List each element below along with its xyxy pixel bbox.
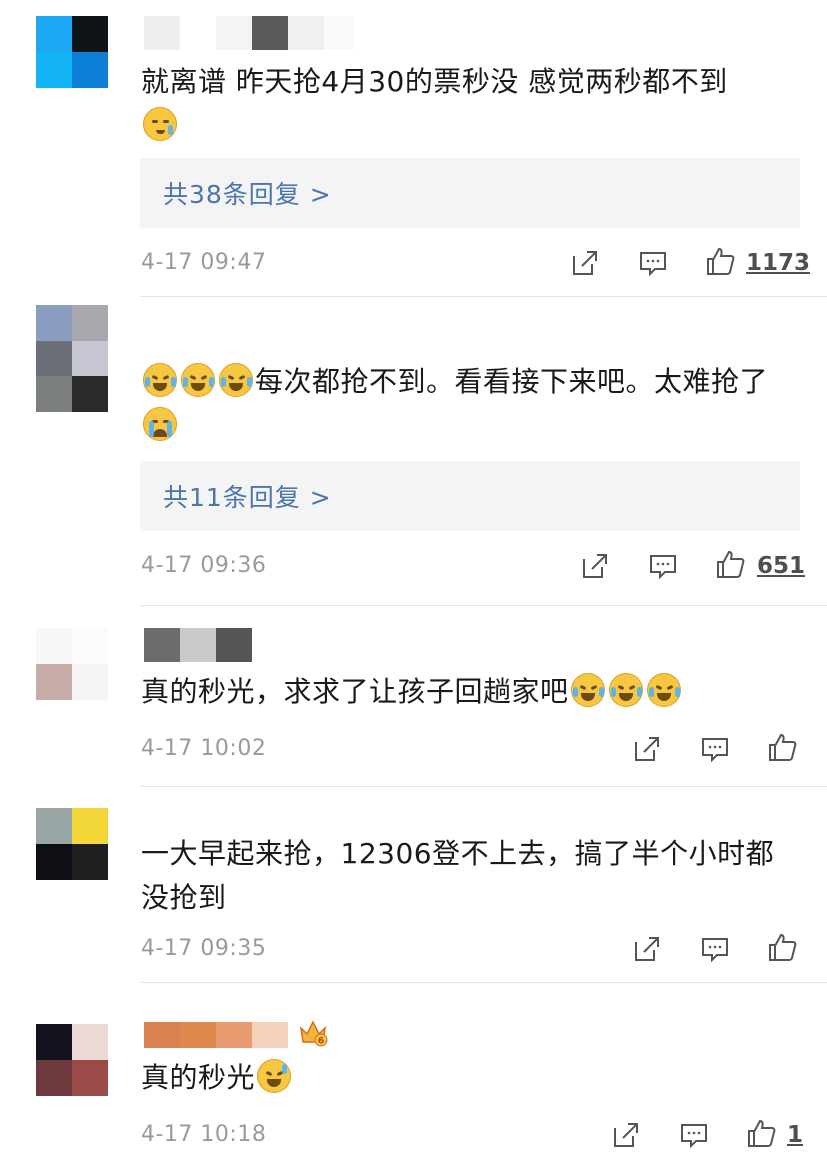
laughing-crying-face-emoji (181, 363, 215, 397)
thumbs-up-icon[interactable] (715, 549, 745, 579)
comment-icon[interactable] (638, 248, 668, 278)
view-replies-button[interactable]: 共11条回复 > (140, 461, 800, 531)
avatar[interactable] (36, 305, 108, 412)
share-icon[interactable] (570, 248, 600, 278)
avatar[interactable] (36, 1024, 108, 1096)
comment-text: 一大早起来抢，12306登不上去，搞了半个小时都没抢到 (141, 837, 775, 914)
divider (140, 786, 827, 787)
comment-text: 真的秒光 (141, 1056, 801, 1100)
comment-icon[interactable] (700, 734, 730, 764)
laughing-crying-face-emoji (143, 363, 177, 397)
share-icon[interactable] (632, 934, 662, 964)
thumbs-up-icon[interactable] (746, 1118, 776, 1148)
username-pixelated[interactable] (144, 628, 252, 662)
like-count[interactable]: 651 (757, 553, 805, 579)
comment-text: 每次都抢不到。看看接下来吧。太难抢了 (141, 360, 801, 448)
crown-badge-icon: 6 (299, 1020, 328, 1047)
thumbs-up-icon[interactable] (705, 246, 735, 276)
avatar[interactable] (36, 628, 108, 700)
timestamp: 4-17 09:35 (141, 936, 267, 961)
username-pixelated[interactable] (144, 1022, 288, 1048)
svg-text:6: 6 (318, 1037, 324, 1047)
thumbs-up-icon[interactable] (767, 732, 797, 762)
comment-icon[interactable] (700, 934, 730, 964)
cold-sweat-face-emoji (143, 107, 177, 141)
timestamp: 4-17 09:47 (141, 250, 267, 275)
share-icon[interactable] (580, 551, 610, 581)
avatar[interactable] (36, 808, 108, 880)
username-pixelated[interactable] (144, 16, 354, 50)
timestamp: 4-17 09:36 (141, 553, 267, 578)
share-icon[interactable] (611, 1120, 641, 1150)
laughing-crying-face-emoji (219, 363, 253, 397)
avatar[interactable] (36, 16, 108, 88)
crying-face-emoji (143, 407, 177, 441)
laughing-crying-face-emoji (570, 673, 605, 707)
timestamp: 4-17 10:18 (141, 1122, 267, 1147)
timestamp: 4-17 10:02 (141, 736, 267, 761)
share-icon[interactable] (632, 734, 662, 764)
divider (140, 605, 827, 606)
laughing-crying-face-emoji (646, 673, 681, 707)
grinning-sweat-face-emoji (257, 1059, 292, 1093)
laughing-crying-face-emoji (608, 673, 643, 707)
view-replies-button[interactable]: 共38条回复 > (140, 158, 800, 228)
like-count[interactable]: 1 (787, 1122, 803, 1148)
comment-icon[interactable] (648, 551, 678, 581)
like-count[interactable]: 1173 (746, 250, 810, 276)
divider (140, 296, 827, 297)
divider (140, 982, 827, 983)
comment-text: 就离谱 昨天抢4月30的票秒没 感觉两秒都不到 (141, 60, 801, 148)
thumbs-up-icon[interactable] (767, 932, 797, 962)
comment-icon[interactable] (679, 1120, 709, 1150)
comment-text: 真的秒光，求求了让孩子回趟家吧 (141, 670, 801, 714)
